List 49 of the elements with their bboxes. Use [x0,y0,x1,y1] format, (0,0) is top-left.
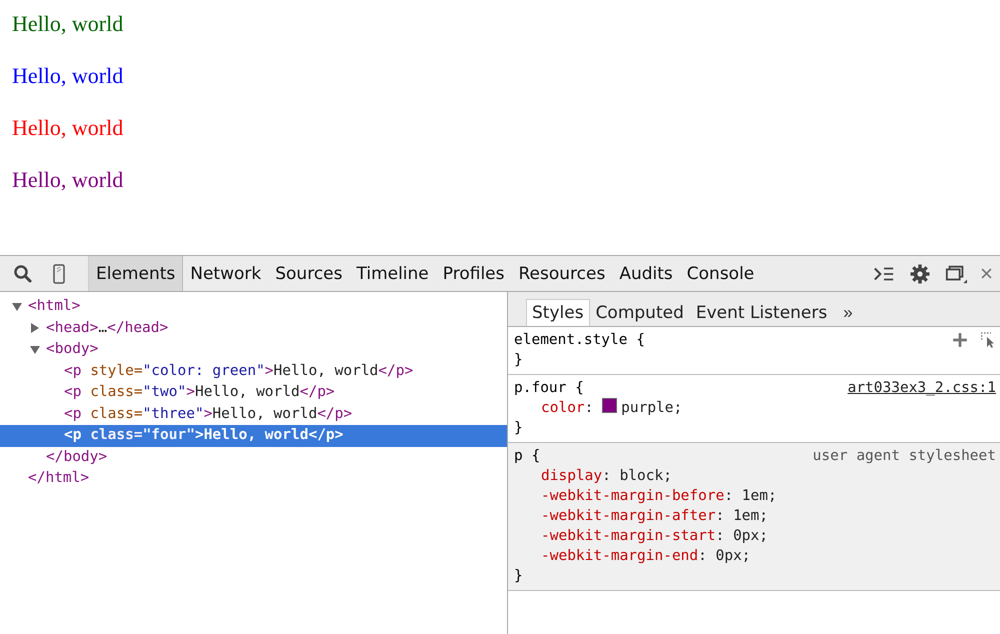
sidebar-tab[interactable]: Computed [590,299,690,326]
rule-selector: element.style { [514,331,645,350]
settings-icon[interactable] [909,264,931,284]
tree-closing-tag: </html> [0,468,507,490]
panel-tab[interactable]: Network [183,256,268,291]
css-declaration: -webkit-margin-start: 0px; [540,527,769,546]
search-icon[interactable] [12,264,34,284]
collapsed-triangle-icon[interactable] [30,323,40,334]
rule-selector: p.four { [514,379,584,398]
panel-tab[interactable]: Sources [268,256,350,291]
tree-node[interactable]: <p class="four">Hello, world</p> [0,425,507,446]
page-paragraph: Hello, world [12,63,124,89]
rule-closing-brace: } [514,351,524,370]
tree-node[interactable]: <html> [0,296,507,318]
rule-closing-brace: } [514,567,524,586]
more-tabs-button[interactable]: » [833,300,863,326]
sidebar-tab[interactable]: Styles [526,299,590,326]
panel-tab[interactable]: Console [680,256,762,291]
tree-node[interactable]: <body> [0,339,507,360]
dock-icon[interactable] [945,264,967,284]
page-paragraph: Hello, world [12,11,124,37]
plus-icon[interactable] [952,332,968,348]
panel-tab[interactable]: Resources [512,256,612,291]
expanded-triangle-icon[interactable] [12,302,22,312]
expanded-triangle-icon[interactable] [30,344,40,355]
tree-node[interactable]: <p class="two">Hello, world</p> [0,382,507,404]
panel-tab[interactable]: Audits [612,256,680,291]
page-paragraph: Hello, world [12,115,124,141]
tree-node[interactable]: <head>…</head> [0,318,507,339]
css-declaration: -webkit-margin-end: 0px; [540,547,752,566]
rule-selector: p { [514,447,540,466]
element-picker-icon[interactable] [980,332,996,348]
panel-tab[interactable]: Elements [89,256,184,291]
stylesheet-origin: user agent stylesheet [812,447,996,466]
sidebar-tab[interactable]: Event Listeners [690,299,834,326]
page-paragraph: Hello, world [12,167,124,193]
tree-closing-tag: </body> [0,446,507,468]
tree-node[interactable]: <p class="three">Hello, world</p> [0,404,507,425]
panel-tab[interactable]: Timeline [349,256,436,291]
close-icon[interactable] [981,268,992,279]
css-declaration: -webkit-margin-after: 1em; [540,507,769,526]
rule-closing-brace: } [514,419,524,438]
css-declaration: display: block; [540,467,673,486]
tree-node[interactable]: <p style="color: green">Hello, world</p> [0,360,507,382]
css-declaration: -webkit-margin-before: 1em; [540,487,778,506]
css-declaration: color: purple; [540,398,684,418]
stylesheet-link[interactable]: art033ex3_2.css:1 [848,378,996,398]
color-swatch[interactable] [602,398,618,413]
panel-tab[interactable]: Profiles [436,256,512,291]
